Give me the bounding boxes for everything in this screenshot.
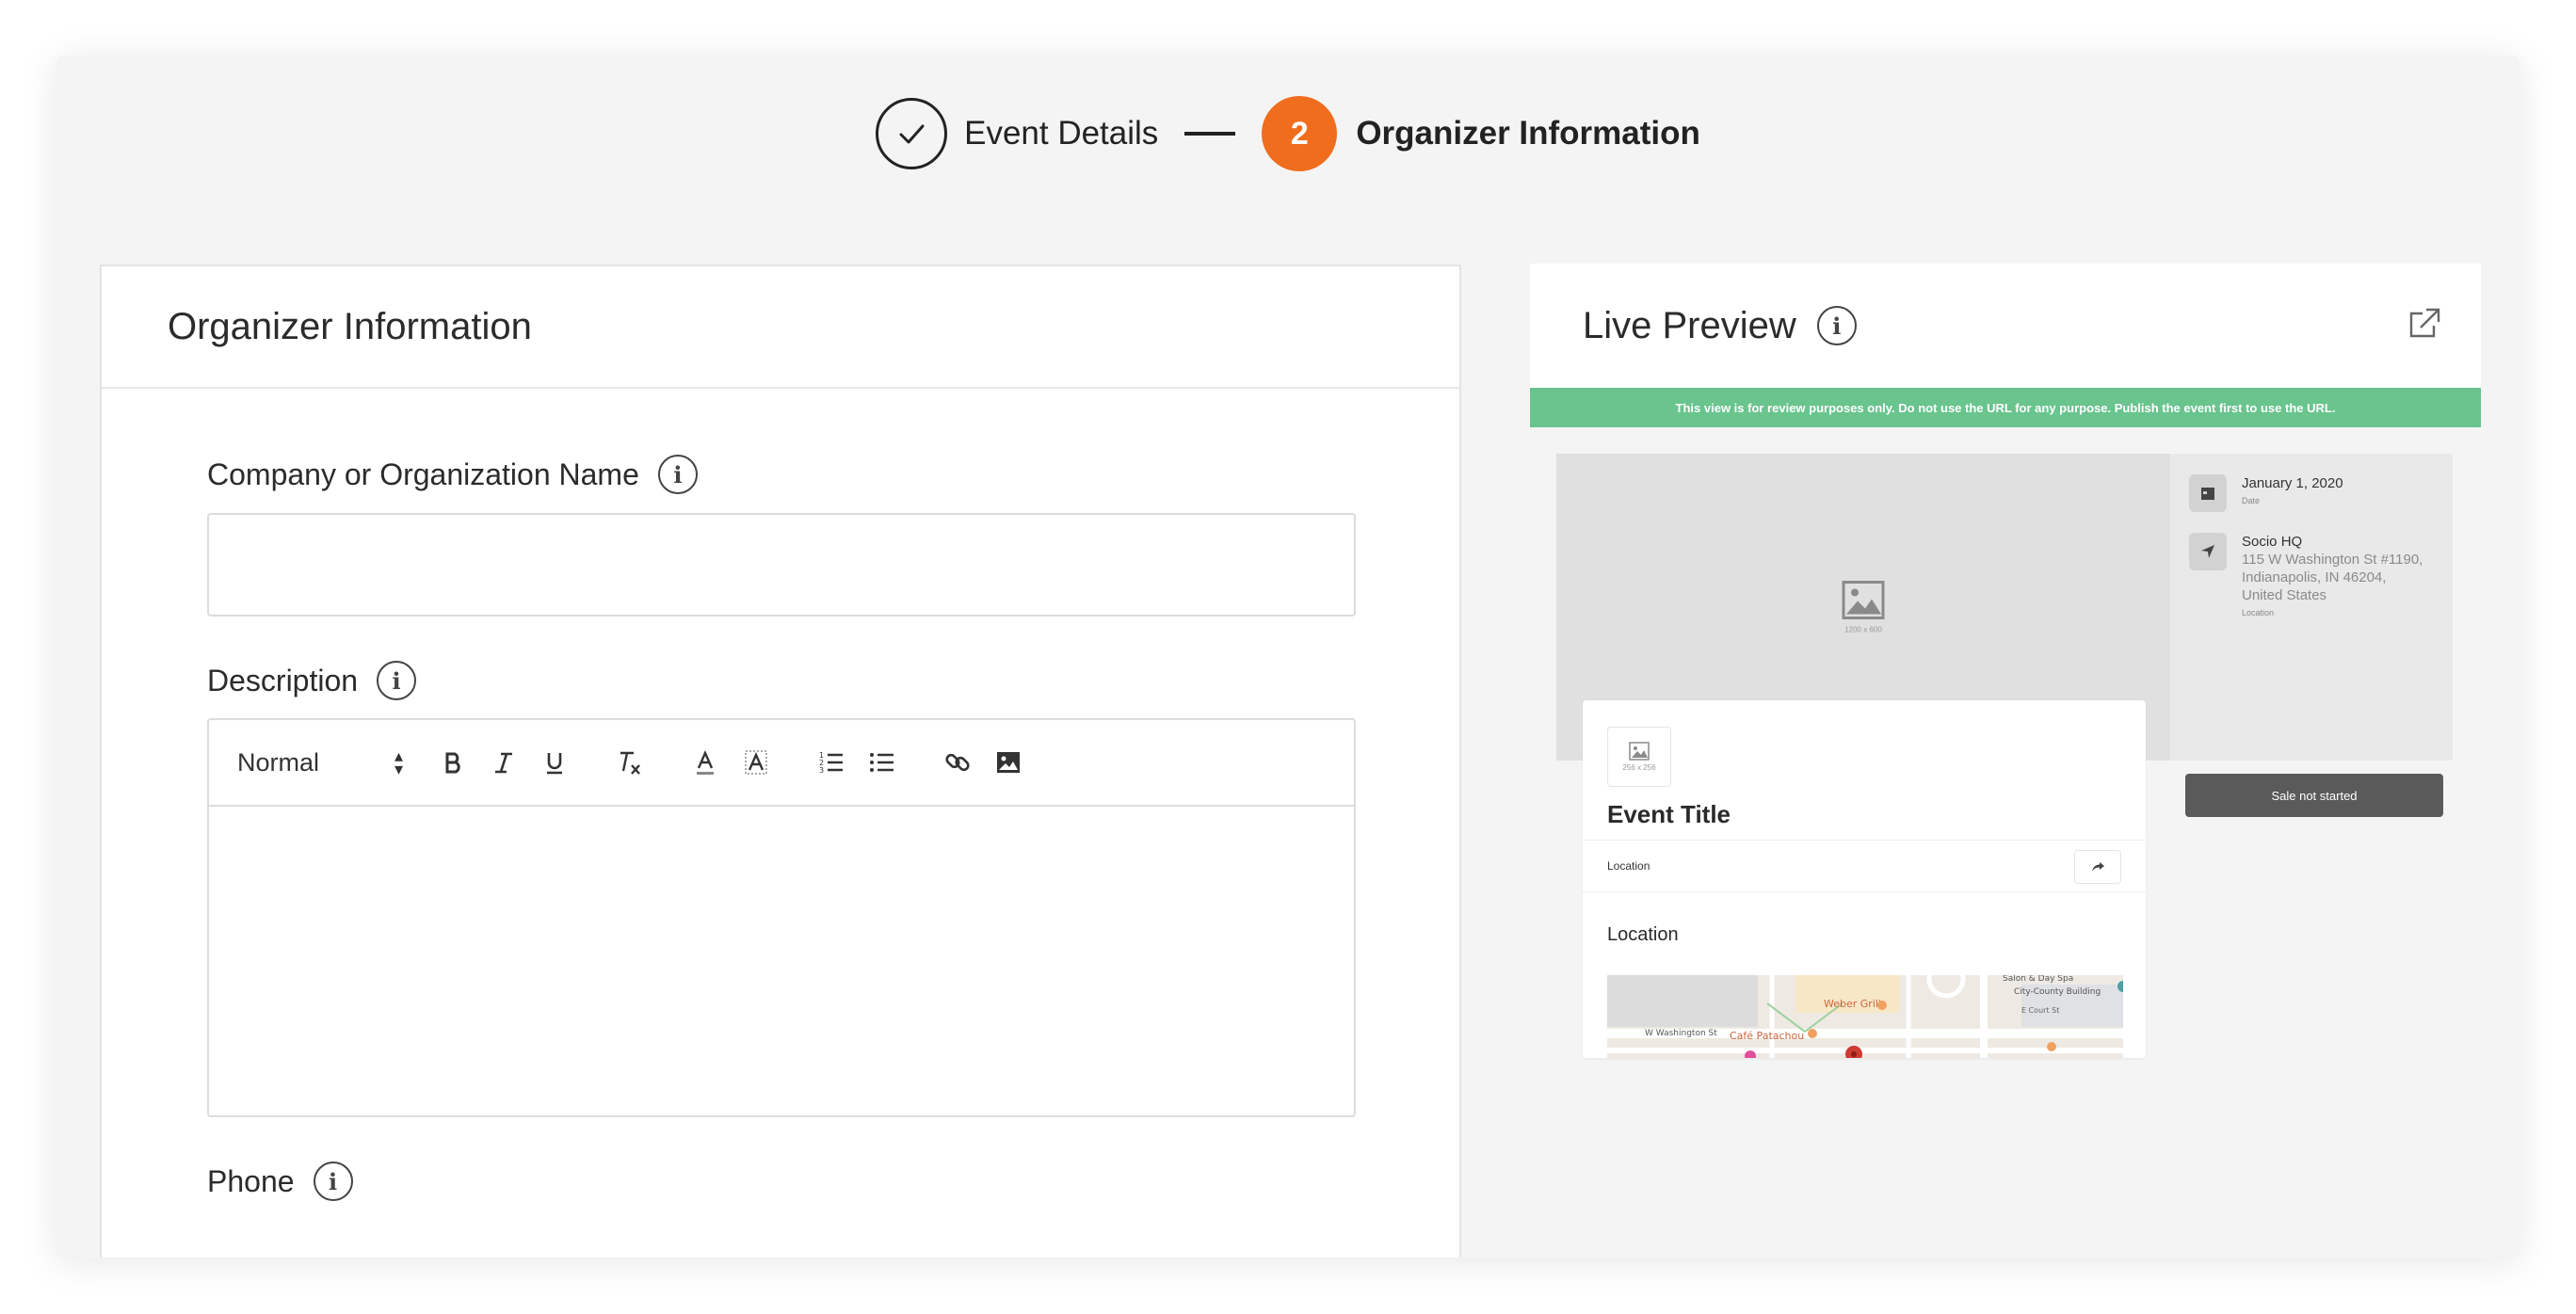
map-label: City-County Building xyxy=(2014,987,2101,997)
description-label: Description xyxy=(207,663,359,697)
event-info-sidebar: January 1, 2020 Date Socio HQ 115 W Wash… xyxy=(2170,454,2453,761)
background-color-icon[interactable] xyxy=(731,737,781,788)
company-name-label-row: Company or Organization Name i xyxy=(207,455,698,494)
step-complete-check-icon[interactable] xyxy=(876,98,948,169)
ordered-list-icon[interactable]: 123 xyxy=(806,737,857,788)
thumb-dimensions: 256 x 256 xyxy=(1622,763,1656,772)
step-separator xyxy=(1184,132,1236,136)
map-label: Café Patachou xyxy=(1730,1030,1804,1042)
map-label: W Washington St xyxy=(1645,1029,1717,1038)
step-event-details-label[interactable]: Event Details xyxy=(964,115,1158,152)
format-select-value: Normal xyxy=(237,747,320,777)
select-arrows-icon: ▴ ▾ xyxy=(394,746,403,778)
sale-status-button[interactable]: Sale not started xyxy=(2185,774,2443,817)
info-icon[interactable]: i xyxy=(1816,306,1857,345)
event-date: January 1, 2020 xyxy=(2242,475,2343,491)
map-label: Weber Grill xyxy=(1824,998,1881,1010)
external-link-icon[interactable] xyxy=(2406,305,2443,347)
preview-content: 1200 x 600 January 1, 2020 Date Socio HQ… xyxy=(1530,427,2481,1082)
event-summary-card: 256 x 256 Event Title Location Location xyxy=(1583,700,2146,1058)
share-icon[interactable] xyxy=(2074,850,2121,884)
italic-icon[interactable] xyxy=(478,737,529,788)
company-name-label: Company or Organization Name xyxy=(207,457,639,491)
organizer-form-card: Organizer Information Company or Organiz… xyxy=(100,264,1461,1258)
calendar-icon xyxy=(2189,474,2227,512)
editor-toolbar: Normal ▴ ▾ 123 xyxy=(209,720,1354,807)
venue-address-line2: Indianapolis, IN 46204, xyxy=(2242,569,2387,585)
live-preview-header: Live Preview i xyxy=(1530,264,2481,388)
image-placeholder-icon xyxy=(1629,742,1650,761)
location-link-row: Location xyxy=(1583,840,2146,892)
date-row: January 1, 2020 Date xyxy=(2170,454,2453,512)
event-title: Event Title xyxy=(1607,800,1731,828)
link-icon[interactable] xyxy=(932,737,983,788)
underline-icon[interactable] xyxy=(529,737,580,788)
editor-body[interactable] xyxy=(209,807,1354,1115)
step-number-badge: 2 xyxy=(1262,96,1338,171)
review-banner: This view is for review purposes only. D… xyxy=(1530,388,2481,427)
phone-label-row: Phone i xyxy=(207,1162,353,1201)
app-window: Event Details 2 Organizer Information Or… xyxy=(56,56,2520,1258)
stepper: Event Details 2 Organizer Information xyxy=(56,87,2520,181)
hero-dimensions: 1200 x 600 xyxy=(1844,625,1882,634)
info-icon[interactable]: i xyxy=(657,455,698,494)
bullet-list-icon[interactable] xyxy=(857,737,908,788)
location-caption: Location xyxy=(2242,608,2275,617)
company-name-input[interactable] xyxy=(207,513,1356,617)
description-rich-text-editor: Normal ▴ ▾ 123 xyxy=(207,718,1356,1117)
venue-address-line3: United States xyxy=(2242,587,2327,603)
event-thumbnail-placeholder: 256 x 256 xyxy=(1607,727,1671,787)
live-preview-title: Live Preview xyxy=(1583,304,1796,346)
location-row: Socio HQ 115 W Washington St #1190, Indi… xyxy=(2170,512,2453,622)
map-label: E Court St xyxy=(2021,1006,2059,1015)
info-icon[interactable]: i xyxy=(377,661,417,700)
image-placeholder-icon xyxy=(1842,581,1885,619)
form-card-title: Organizer Information xyxy=(168,305,532,347)
clear-format-icon[interactable] xyxy=(604,737,655,788)
description-label-row: Description i xyxy=(207,661,417,700)
format-select[interactable]: Normal ▴ ▾ xyxy=(237,746,403,778)
svg-text:3: 3 xyxy=(819,766,824,775)
location-map[interactable]: Weber Grill W Washington St Café Patacho… xyxy=(1607,975,2123,1058)
phone-label: Phone xyxy=(207,1163,295,1198)
venue-name: Socio HQ xyxy=(2242,534,2303,550)
image-icon[interactable] xyxy=(983,737,1034,788)
date-caption: Date xyxy=(2242,496,2261,505)
venue-address-line1: 115 W Washington St #1190, xyxy=(2242,552,2423,568)
map-label: Salon & Day Spa xyxy=(2003,975,2073,984)
text-color-icon[interactable] xyxy=(680,737,731,788)
bold-icon[interactable] xyxy=(427,737,478,788)
info-icon[interactable]: i xyxy=(313,1162,353,1201)
location-arrow-icon xyxy=(2189,533,2227,570)
location-row-label: Location xyxy=(1607,859,1650,873)
live-preview-panel: Live Preview i This view is for review p… xyxy=(1530,264,2481,1082)
form-card-header: Organizer Information xyxy=(102,266,1459,389)
location-heading: Location xyxy=(1607,924,1679,945)
step-organizer-information-label: Organizer Information xyxy=(1356,115,1700,152)
